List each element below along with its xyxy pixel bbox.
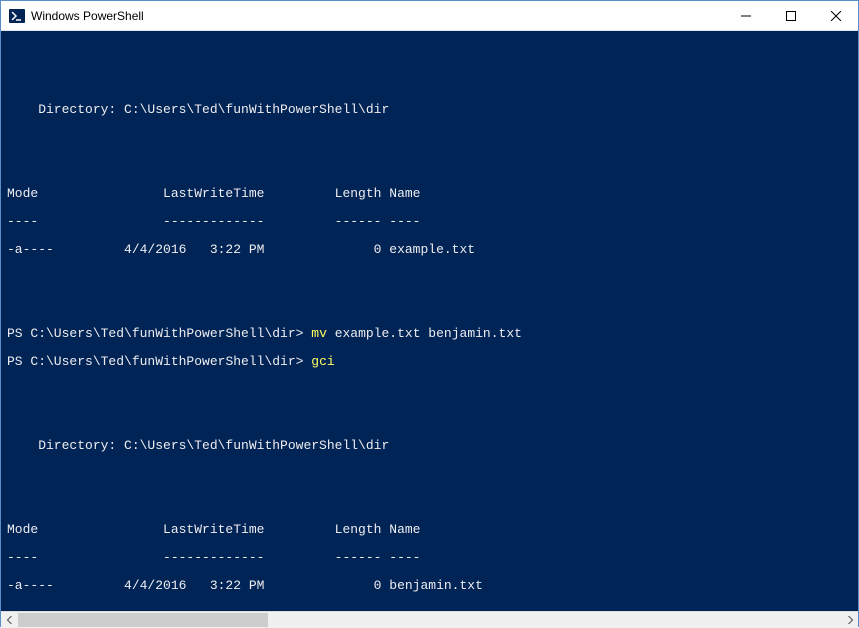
prompt-path: C:\Users\Ted\funWithPowerShell\dir — [30, 354, 295, 369]
scroll-left-button[interactable] — [1, 612, 18, 628]
prompt-suffix: > — [296, 326, 304, 341]
command: mv — [311, 326, 327, 341]
command-args: example.txt benjamin.txt — [327, 326, 522, 341]
maximize-button[interactable] — [768, 1, 813, 30]
blank-line — [7, 495, 858, 509]
scroll-right-button[interactable] — [841, 612, 858, 628]
list-item: -a---- 4/4/2016 3:22 PM 0 benjamin.txt — [7, 579, 858, 593]
blank-line — [7, 75, 858, 89]
blank-line — [7, 131, 858, 145]
terminal-output[interactable]: Directory: C:\Users\Ted\funWithPowerShel… — [1, 31, 858, 611]
titlebar[interactable]: Windows PowerShell — [1, 1, 858, 31]
prompt-prefix: PS — [7, 354, 30, 369]
blank-line — [7, 411, 858, 425]
window-title: Windows PowerShell — [31, 9, 144, 23]
prompt-suffix: > — [296, 354, 304, 369]
scrollbar-thumb[interactable] — [18, 613, 268, 627]
close-button[interactable] — [813, 1, 858, 30]
directory-line: Directory: C:\Users\Ted\funWithPowerShel… — [7, 439, 858, 453]
column-separator: ---- ------------- ------ ---- — [7, 551, 858, 565]
scrollbar-track[interactable] — [18, 612, 841, 628]
directory-line: Directory: C:\Users\Ted\funWithPowerShel… — [7, 103, 858, 117]
column-separator: ---- ------------- ------ ---- — [7, 215, 858, 229]
powershell-icon — [9, 8, 25, 24]
column-header: Mode LastWriteTime Length Name — [7, 187, 858, 201]
blank-line — [7, 383, 858, 397]
blank-line — [7, 467, 858, 481]
blank-line — [7, 299, 858, 313]
prompt-line: PS C:\Users\Ted\funWithPowerShell\dir> m… — [7, 327, 858, 341]
blank-line — [7, 271, 858, 285]
horizontal-scrollbar[interactable] — [1, 611, 858, 628]
prompt-line: PS C:\Users\Ted\funWithPowerShell\dir> g… — [7, 355, 858, 369]
prompt-path: C:\Users\Ted\funWithPowerShell\dir — [30, 326, 295, 341]
blank-line — [7, 47, 858, 61]
blank-line — [7, 159, 858, 173]
minimize-button[interactable] — [723, 1, 768, 30]
command: gci — [311, 354, 334, 369]
column-header: Mode LastWriteTime Length Name — [7, 523, 858, 537]
prompt-prefix: PS — [7, 326, 30, 341]
list-item: -a---- 4/4/2016 3:22 PM 0 example.txt — [7, 243, 858, 257]
